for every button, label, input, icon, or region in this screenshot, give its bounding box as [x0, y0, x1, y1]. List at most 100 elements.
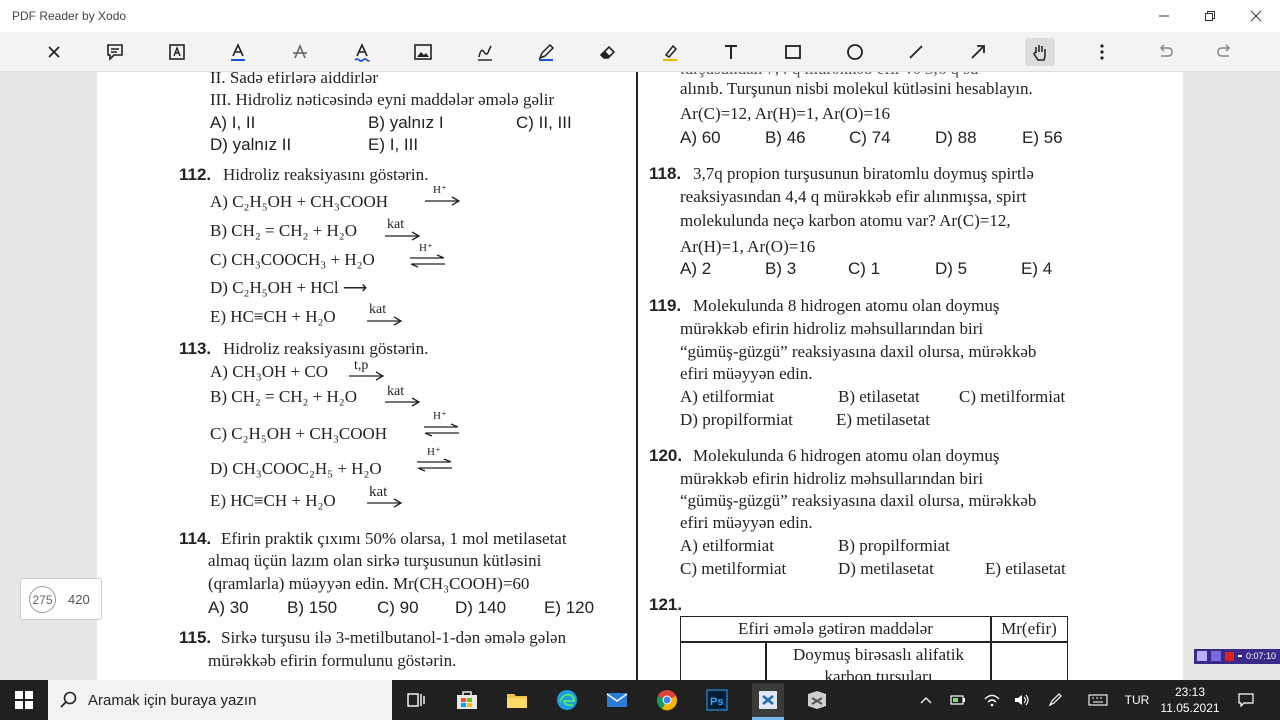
keyboard-icon[interactable] — [1086, 680, 1110, 720]
task-view-icon[interactable] — [402, 686, 430, 714]
store-icon[interactable] — [453, 686, 481, 714]
search-icon — [60, 691, 77, 708]
table-cell: Doymuş birəsaslı alifatik — [793, 645, 964, 664]
mail-icon[interactable] — [603, 686, 631, 714]
option: A) etilformiat — [680, 536, 774, 555]
squiggly-icon[interactable] — [347, 38, 377, 66]
table-header: Mr(efir) — [1001, 619, 1057, 638]
option: D) 5 — [935, 259, 968, 278]
taskbar: Aramak için buraya yazın Ps TUR 23:13 11… — [0, 680, 1280, 720]
close-icon[interactable] — [39, 38, 69, 66]
option: D) metilasetat — [838, 559, 934, 578]
option: C) 90 — [377, 598, 419, 617]
underline-icon[interactable] — [223, 38, 253, 66]
option: E) etilasetat — [985, 559, 1066, 578]
xodo-taskbar-icon[interactable] — [752, 683, 784, 717]
option: A) etilformiat — [680, 387, 774, 406]
record-icon[interactable] — [1225, 652, 1234, 661]
question-text: 3,7q propion turşusunun biratomlu doymuş… — [693, 164, 1034, 183]
catalyst-label: kat — [369, 302, 387, 317]
option: A) I, II — [210, 113, 256, 132]
chrome-icon[interactable] — [653, 686, 681, 714]
edge-icon[interactable] — [553, 686, 581, 714]
pen-icon[interactable] — [531, 38, 561, 66]
option: E) I, III — [368, 135, 419, 154]
windows-start-icon[interactable] — [10, 686, 38, 714]
undo-icon[interactable] — [1150, 38, 1180, 66]
restore-button[interactable] — [1187, 0, 1233, 32]
option: B) 3 — [765, 259, 797, 278]
line-icon[interactable] — [901, 38, 931, 66]
question-text: Efirin praktik çıxımı 50% olarsa, 1 mol … — [221, 529, 567, 548]
current-page: 275 — [29, 586, 56, 613]
document-viewer[interactable]: II. Sadə efirlərə aiddirlər III. Hidroli… — [0, 72, 1280, 680]
svg-text:Ps: Ps — [710, 696, 723, 708]
wifi-icon[interactable] — [982, 680, 1002, 720]
total-pages: 420 — [68, 592, 90, 607]
clock-date: 11.05.2021 — [1160, 701, 1220, 715]
text-line: III. Hidroliz nəticəsində eyni maddələr … — [210, 90, 555, 109]
screen-recorder-widget[interactable]: 0:07:10 — [1194, 649, 1280, 664]
option: B) propilformiat — [838, 536, 950, 555]
page-indicator[interactable]: 275 420 — [20, 578, 102, 620]
pause-icon[interactable] — [1211, 651, 1221, 661]
arrow-icon[interactable] — [963, 38, 993, 66]
search-placeholder: Aramak için buraya yazın — [88, 691, 257, 709]
window-title: PDF Reader by Xodo — [12, 9, 127, 23]
close-window-button[interactable] — [1233, 0, 1279, 32]
app-icon[interactable] — [803, 686, 831, 714]
rectangle-icon[interactable] — [778, 38, 808, 66]
option: C) CH₃COOCH₃ + H₂O — [210, 250, 375, 269]
clock[interactable]: 23:13 11.05.2021 — [1156, 680, 1224, 720]
pdf-page: II. Sadə efirlərə aiddirlər III. Hidroli… — [97, 72, 1183, 680]
option: C) C₂H₅OH + CH₃COOH — [210, 424, 388, 443]
comment-icon[interactable] — [100, 38, 130, 66]
photoshop-icon[interactable]: Ps — [703, 686, 731, 714]
option: A) 30 — [208, 598, 249, 617]
question-number: 112. — [179, 165, 212, 184]
taskbar-search-box[interactable]: Aramak için buraya yazın — [48, 680, 392, 720]
question-text: reaksiyasından 4,4 q mürəkkəb efir alınm… — [680, 187, 1027, 206]
question-text: Molekulunda 6 hidrogen atomu olan doymuş — [693, 446, 1000, 465]
option: A) CH₃OH + CO — [210, 362, 328, 381]
question-text: Molekulunda 8 hidrogen atomu olan doymuş — [693, 296, 1000, 315]
option: A) 60 — [680, 128, 721, 147]
input-language[interactable]: TUR — [1121, 680, 1153, 720]
answer-table: Efiri əmələ gətirən maddələr Mr(efir) Do… — [680, 616, 1068, 680]
pen-workspace-icon[interactable] — [1046, 680, 1066, 720]
image-icon[interactable] — [408, 38, 438, 66]
column-divider — [636, 72, 638, 680]
redo-icon[interactable] — [1210, 38, 1240, 66]
more-icon[interactable] — [1087, 38, 1117, 66]
question-number: 113. — [179, 339, 212, 358]
forward-arrow-icon — [425, 196, 461, 206]
chevron-up-icon[interactable] — [916, 680, 936, 720]
equilibrium-arrow-icon — [410, 254, 445, 268]
option: B) CH₂ = CH₂ + H₂O — [210, 387, 357, 406]
pan-hand-icon[interactable] — [1025, 38, 1055, 66]
option: E) 56 — [1022, 128, 1063, 147]
eraser-icon[interactable] — [593, 38, 623, 66]
minimize-button[interactable] — [1141, 0, 1187, 32]
signature-icon[interactable] — [470, 38, 500, 66]
text-line: II. Sadə efirlərə aiddirlər — [210, 72, 379, 87]
forward-arrow-icon — [385, 397, 421, 407]
free-text-icon[interactable] — [716, 38, 746, 66]
forward-arrow-icon — [385, 231, 421, 241]
text-box-icon[interactable] — [162, 38, 192, 66]
volume-icon[interactable] — [1012, 680, 1032, 720]
option: D) CH₃COOC₂H₅ + H₂O — [210, 459, 382, 478]
question-number: 120. — [649, 446, 683, 465]
notifications-icon[interactable] — [1234, 680, 1258, 720]
option: E) 120 — [544, 598, 595, 617]
forward-arrow-icon — [349, 371, 385, 381]
question-number: 114. — [179, 529, 212, 548]
option: E) HC≡CH + H₂O — [210, 491, 336, 510]
ellipse-icon[interactable] — [840, 38, 870, 66]
file-explorer-icon[interactable] — [503, 686, 531, 714]
strikethrough-icon[interactable] — [285, 38, 315, 66]
battery-icon[interactable] — [948, 680, 968, 720]
option: E) 4 — [1021, 259, 1053, 278]
highlighter-icon[interactable] — [655, 38, 685, 66]
option: A) C₂H₅OH + CH₃COOH — [210, 192, 389, 211]
